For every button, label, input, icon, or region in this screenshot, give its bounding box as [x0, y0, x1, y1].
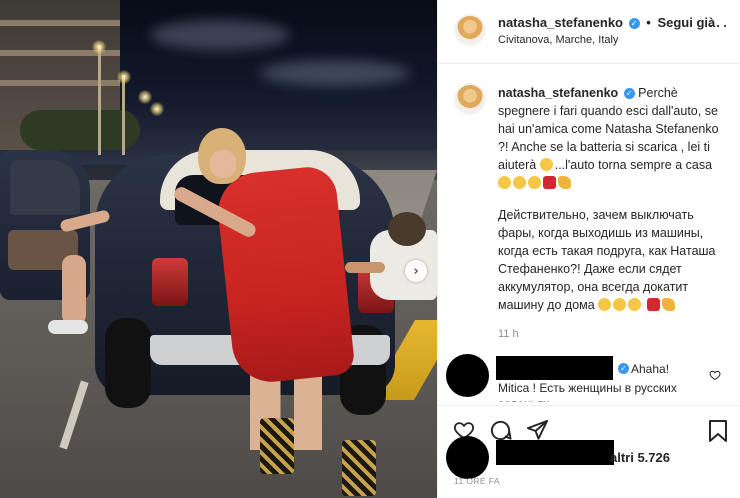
- location-link[interactable]: Civitanova, Marche, Italy: [498, 34, 618, 46]
- smirk-emoji-icon: [539, 158, 553, 171]
- caption-text-russian: Действительно, зачем выключать фары, ког…: [498, 208, 716, 312]
- verified-badge-icon: ✓: [628, 18, 640, 30]
- avatar[interactable]: [454, 83, 486, 115]
- caption-username[interactable]: natasha_stefanenko: [498, 86, 618, 100]
- dancer-emoji-icon: [543, 176, 556, 189]
- post-author: natasha_stefanenko ✓ • Segui già: [498, 15, 715, 30]
- verified-badge-icon: ✓: [618, 363, 629, 374]
- following-button[interactable]: Segui già: [657, 15, 715, 30]
- flexed-biceps-emoji-icon: [661, 298, 675, 311]
- person-shoe: [48, 320, 88, 334]
- post-photo[interactable]: E ›: [0, 0, 437, 498]
- car-tail-light: [152, 258, 188, 306]
- lamp-light: [138, 90, 152, 104]
- car-wheel: [105, 318, 151, 408]
- rofl-emoji-icon: [598, 298, 612, 311]
- comment-text-continued: Mitica ! Есть женщины в русских селеньях: [498, 381, 677, 402]
- comments-section: natasha_stefanenko ✓ Perchè spegnere i f…: [438, 65, 740, 402]
- man-head: [388, 212, 426, 246]
- verified-badge-icon: ✓: [623, 88, 635, 100]
- street-lamp: [98, 45, 101, 155]
- rofl-emoji-icon: [498, 176, 511, 189]
- redacted-avatar: [446, 436, 489, 479]
- bookmark-icon[interactable]: [708, 419, 728, 443]
- woman-red-dress: [214, 164, 356, 386]
- caption: natasha_stefanenko ✓ Perchè spegnere i f…: [498, 84, 730, 328]
- cloud: [260, 60, 410, 86]
- comment: ✓ Ahaha! Mitica ! Есть женщины в русских…: [438, 351, 740, 402]
- caption-timestamp: 11 h: [498, 328, 519, 340]
- man-arm: [345, 262, 385, 273]
- redacted-liker-name: [496, 440, 614, 465]
- avatar[interactable]: [454, 14, 486, 46]
- redacted-avatar: [446, 354, 489, 397]
- lamp-light: [117, 70, 131, 84]
- dancer-emoji-icon: [646, 298, 660, 311]
- flexed-biceps-emoji-icon: [558, 176, 571, 189]
- post-time: 11 ORE FA: [454, 476, 500, 486]
- rofl-emoji-icon: [613, 298, 627, 311]
- redacted-username: [496, 356, 613, 380]
- lamp-light: [150, 102, 164, 116]
- person-leg: [62, 255, 86, 325]
- comment-icon[interactable]: [489, 419, 512, 442]
- post-header: natasha_stefanenko ✓ • Segui già Civitan…: [438, 0, 740, 64]
- balcony: [0, 20, 120, 26]
- woman-face: [210, 150, 236, 178]
- car-door-window: [10, 160, 80, 215]
- likes-count[interactable]: altri 5.726: [610, 450, 670, 465]
- balcony: [0, 80, 120, 86]
- ellipsis-icon[interactable]: ···: [708, 16, 729, 34]
- separator-dot: •: [646, 15, 651, 30]
- like-comment-heart-icon[interactable]: [709, 369, 721, 381]
- woman-boot: [342, 440, 376, 496]
- chevron-right-icon[interactable]: ›: [405, 260, 427, 282]
- rofl-emoji-icon: [528, 176, 541, 189]
- comment-text: Ahaha!: [631, 362, 670, 376]
- lamp-light: [92, 40, 106, 54]
- post-sidebar: natasha_stefanenko ✓ • Segui già Civitan…: [437, 0, 740, 498]
- rofl-emoji-icon: [513, 176, 526, 189]
- username-link[interactable]: natasha_stefanenko: [498, 15, 623, 30]
- street-lamp: [122, 75, 125, 155]
- caption-text-italian-tail: ...l'auto torna sempre a casa: [554, 158, 713, 172]
- woman-boot: [260, 418, 294, 474]
- paper-plane-icon[interactable]: [526, 419, 549, 442]
- rofl-emoji-icon: [628, 298, 642, 311]
- cloud: [150, 20, 290, 50]
